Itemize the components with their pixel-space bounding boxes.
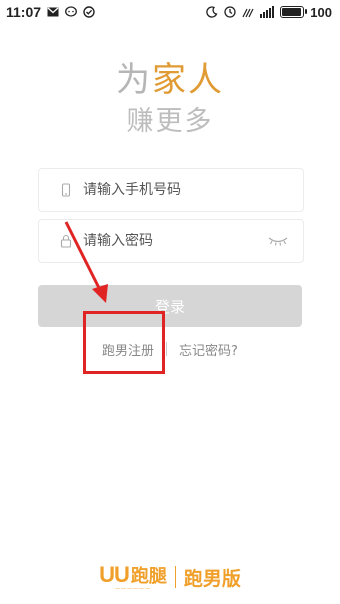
slogan: 为 家人 赚更多 [0,52,340,138]
mail-icon [47,7,59,17]
auth-links: 跑男注册 忘记密码? [0,339,340,359]
slogan-word-gray: 为 [116,60,152,100]
alarm-icon [224,6,236,18]
brand-name: 跑腿 [130,566,167,587]
slogan-line2: 赚更多 [126,106,214,137]
moon-icon [206,6,218,18]
no-signal-icon [242,8,254,18]
links-divider [166,342,168,356]
slogan-word-orange: 家人 [152,60,224,100]
brand-uu-mark: UU [99,562,130,587]
footer-brand: UU 跑腿 —————— 跑男版 [0,562,340,592]
status-bar-left: 11:07 [0,4,95,20]
signal-bars-icon [260,6,275,18]
battery-percent: 100 [310,4,332,20]
slogan-line1: 为 家人 [0,52,340,101]
status-bar-right: 100 [206,5,340,20]
login-button[interactable]: 登录 [38,285,302,327]
brand-logo: UU 跑腿 —————— [99,562,167,592]
battery-icon [280,6,308,18]
phone-input[interactable] [83,182,253,198]
phone-field[interactable] [38,168,304,212]
battery-fill [282,8,302,16]
brand-edition: 跑男版 [183,567,241,590]
brand-tagline: —————— [114,586,151,592]
status-time: 11:07 [6,4,42,20]
lock-icon [60,234,72,248]
brand-divider [174,566,176,588]
check-circle-icon [83,6,95,18]
annotation-highlight-box [83,311,165,374]
password-input[interactable] [83,233,253,249]
eye-closed-icon[interactable] [267,235,289,247]
password-field[interactable] [38,219,304,263]
forgot-password-link[interactable]: 忘记密码? [179,340,238,359]
chat-icon [65,6,77,17]
phone-icon [61,183,71,197]
status-bar: 11:07 100 [0,0,340,24]
